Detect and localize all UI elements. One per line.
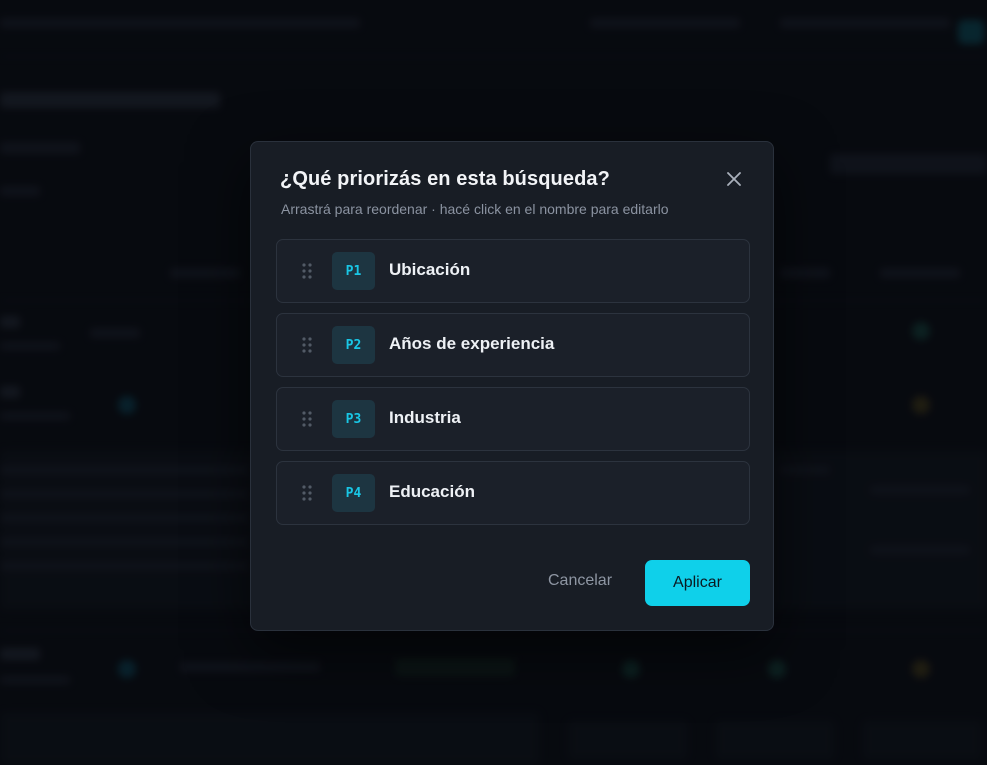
priority-item[interactable]: P3 Industria xyxy=(276,387,750,451)
dialog-subtitle: Arrastrá para reordenar · hacé click en … xyxy=(281,201,669,217)
priority-item[interactable]: P2 Años de experiencia xyxy=(276,313,750,377)
priority-name[interactable]: Años de experiencia xyxy=(389,334,554,354)
close-button[interactable] xyxy=(723,168,745,190)
priority-dialog: ¿Qué priorizás en esta búsqueda? Arrastr… xyxy=(250,141,774,631)
cancel-button[interactable]: Cancelar xyxy=(548,572,612,590)
priority-name[interactable]: Educación xyxy=(389,482,475,502)
priority-badge: P1 xyxy=(332,252,375,290)
priority-badge: P2 xyxy=(332,326,375,364)
priority-name[interactable]: Industria xyxy=(389,408,461,428)
priority-item[interactable]: P1 Ubicación xyxy=(276,239,750,303)
dialog-title: ¿Qué priorizás en esta búsqueda? xyxy=(280,168,610,190)
priority-badge: P3 xyxy=(332,400,375,438)
drag-handle-icon[interactable] xyxy=(302,337,312,353)
priority-list: P1 Ubicación P2 Años de experiencia P3 I… xyxy=(276,239,750,535)
priority-name[interactable]: Ubicación xyxy=(389,260,470,280)
apply-button[interactable]: Aplicar xyxy=(645,560,750,606)
priority-item[interactable]: P4 Educación xyxy=(276,461,750,525)
drag-handle-icon[interactable] xyxy=(302,411,312,427)
drag-handle-icon[interactable] xyxy=(302,263,312,279)
drag-handle-icon[interactable] xyxy=(302,485,312,501)
close-icon xyxy=(727,172,741,186)
priority-badge: P4 xyxy=(332,474,375,512)
